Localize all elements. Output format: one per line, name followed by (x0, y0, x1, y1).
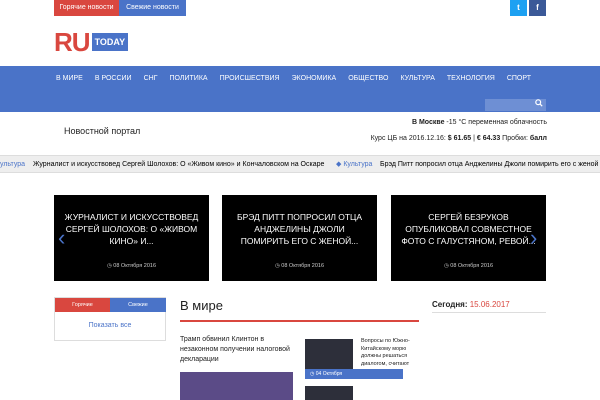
rates-label: Курс ЦБ на 2016.12.16: (370, 135, 446, 142)
nav-item-cis[interactable]: СНГ (138, 75, 164, 82)
ticker-category[interactable]: ◆ Культура (336, 157, 373, 172)
news-thumbnail[interactable] (305, 339, 353, 373)
slide-title: Брэд Питт попросил отца Анджелины Джоли … (236, 212, 363, 246)
slide-date: ◷ 08 Октября 2016 (274, 263, 325, 269)
news-tabs-widget: Горячие Свежие Показать все (54, 297, 166, 341)
logo-ru: RU (54, 27, 91, 57)
chevron-right-icon[interactable]: › (530, 227, 537, 249)
twitter-icon[interactable]: t (510, 0, 527, 16)
slide-date-text: 08 Октября 2016 (113, 263, 157, 269)
portal-title: Новостной портал (64, 126, 141, 136)
weather-city: В Москве (411, 119, 445, 126)
ticker-headline[interactable]: Журналист и искусствовед Сергей Шолохов:… (33, 157, 324, 172)
hot-news-tab[interactable]: Горячие новости (54, 0, 119, 16)
slide-date: ◷ 08 Октября 2016 (443, 263, 494, 269)
slide-date-text: 08 Октября 2016 (281, 263, 325, 269)
traffic-value: балл (529, 135, 547, 142)
ticker-category-label: Культура (343, 161, 373, 168)
today-divider (432, 312, 546, 313)
facebook-icon[interactable]: f (529, 0, 546, 16)
currency-rates: Курс ЦБ на 2016.12.16: $ 61.65 | € 64.33… (357, 135, 547, 142)
nav-item-culture[interactable]: Культура (394, 75, 440, 82)
nav-item-society[interactable]: Общество (342, 75, 394, 82)
weather-text: -15 °C переменная облачность (446, 119, 547, 126)
usd-rate: $ 61.65 (447, 135, 472, 142)
tab-fresh[interactable]: Свежие (110, 298, 166, 312)
top-bar: Горячие новости Свежие новости t f (0, 0, 600, 16)
eur-rate: € 64.33 (476, 135, 501, 142)
nav-item-technology[interactable]: Технология (441, 75, 501, 82)
slide-date: ◷ 08 Октября 2016 (106, 263, 157, 269)
show-all-link[interactable]: Показать все (55, 322, 165, 329)
slide-date-text: 08 Октября 2016 (450, 263, 494, 269)
rates-separator: | (473, 135, 475, 142)
search-icon[interactable] (532, 99, 546, 111)
section-divider (180, 320, 419, 322)
tab-hot[interactable]: Горячие (55, 298, 110, 312)
nav-item-world[interactable]: В мире (50, 75, 89, 82)
nav-item-russia[interactable]: В России (89, 75, 138, 82)
weather-widget: В Москве -15 °C переменная облачность (372, 119, 547, 126)
traffic-label: Пробки: (502, 135, 528, 142)
today-date: Сегодня: 15.06.2017 (432, 300, 510, 309)
section-title[interactable]: В мире (180, 298, 223, 313)
date-badge-text: 04 Октября (315, 371, 343, 377)
news-image[interactable] (180, 372, 293, 400)
main-news-headline[interactable]: Трамп обвинил Клинтон в незаконном получ… (180, 335, 290, 365)
slide-title: Сергей Безруков опубликовал совместное ф… (401, 212, 536, 246)
nav-item-incidents[interactable]: Происшествия (214, 75, 286, 82)
slider-card[interactable]: Сергей Безруков опубликовал совместное ф… (391, 195, 546, 281)
nav-item-economy[interactable]: Экономика (286, 75, 343, 82)
news-thumbnail[interactable] (305, 386, 353, 400)
nav-item-sport[interactable]: Спорт (501, 75, 537, 82)
logo-today: TODAY (91, 33, 129, 51)
side-news-headline[interactable]: Вопросы по Южно-Китайскому морю должны р… (361, 338, 419, 368)
slider-card[interactable]: Брэд Питт попросил отца Анджелины Джоли … (222, 195, 377, 281)
today-value: 15.06.2017 (469, 300, 510, 309)
chevron-left-icon[interactable]: ‹ (58, 227, 65, 249)
slide-title: Журналист и искусствовед Сергей Шолохов:… (64, 212, 199, 246)
today-label: Сегодня: (432, 300, 468, 309)
fresh-news-tab[interactable]: Свежие новости (119, 0, 186, 16)
nav-item-politics[interactable]: Политика (163, 75, 213, 82)
site-logo[interactable]: RU TODAY (54, 27, 129, 57)
ticker-category[interactable]: ультура (0, 157, 25, 172)
date-badge: ◷ 04 Октября (305, 369, 403, 379)
news-ticker: ультура Журналист и искусствовед Сергей … (0, 155, 600, 173)
slider-card[interactable]: Журналист и искусствовед Сергей Шолохов:… (54, 195, 209, 281)
nav-menu: В мире В России СНГ Политика Происшестви… (50, 75, 537, 82)
ticker-headline[interactable]: Брэд Питт попросил отца Анджелины Джоли … (380, 157, 598, 172)
